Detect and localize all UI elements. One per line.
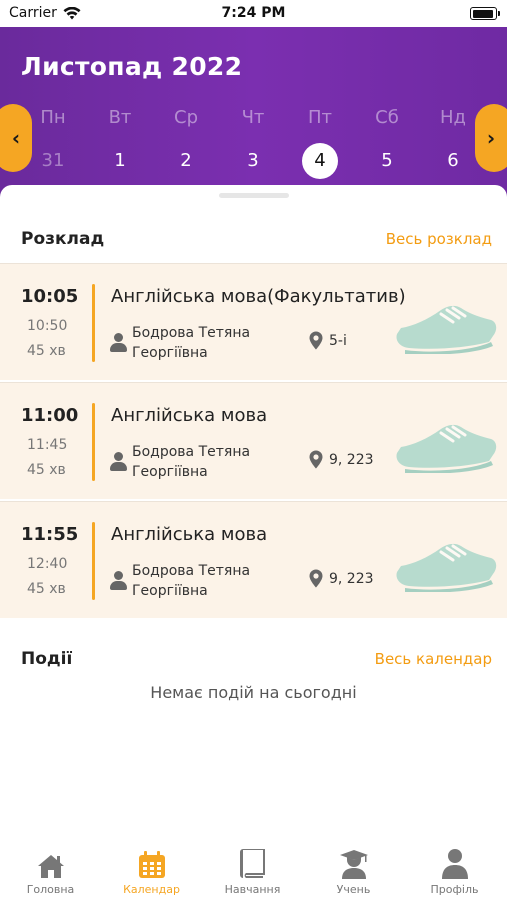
day-number: 5: [381, 150, 393, 171]
lesson-end-time: 12:40: [27, 556, 68, 572]
lesson-accent-bar: [92, 403, 95, 481]
person-icon: [110, 452, 127, 472]
lesson-accent-bar: [92, 522, 95, 600]
person-icon: [110, 571, 127, 591]
content-sheet: Розклад Весь розклад 10:05 10:50 45 хв А…: [0, 185, 507, 845]
room-label: 5-і: [329, 332, 347, 349]
battery-icon: [470, 7, 500, 20]
home-icon: [37, 855, 64, 878]
day-name: Сб: [375, 107, 399, 128]
day-mon[interactable]: Пн 31: [31, 105, 75, 179]
day-number: 31: [41, 150, 65, 171]
profile-icon: [441, 849, 468, 879]
sneaker-icon: [396, 424, 497, 473]
location-pin-icon: [309, 331, 323, 350]
lesson-card[interactable]: 11:00 11:45 45 хв Англійська мова Бодров…: [0, 382, 507, 499]
lesson-start-time: 11:00: [21, 405, 79, 426]
room-label: 9, 223: [329, 451, 374, 468]
lesson-start-time: 11:55: [21, 524, 79, 545]
day-tue[interactable]: Вт 1: [98, 105, 142, 179]
day-fri[interactable]: Пт 4: [298, 105, 342, 179]
schedule-title: Розклад: [21, 229, 105, 249]
room-label: 9, 223: [329, 570, 374, 587]
day-name: Вт: [108, 107, 132, 128]
day-name: Пн: [40, 107, 66, 128]
lesson-teacher: Бодрова Тетяна Георгіївна: [110, 561, 282, 601]
teacher-name-line1: Бодрова Тетяна: [132, 563, 251, 579]
day-name: Ср: [174, 107, 198, 128]
lesson-card[interactable]: 11:55 12:40 45 хв Англійська мова Бодров…: [0, 501, 507, 618]
tab-label: Навчання: [224, 883, 281, 896]
lesson-end-time: 10:50: [27, 318, 68, 334]
no-events-message: Немає подій на сьогодні: [150, 683, 357, 702]
tab-bar: Головна Календар Навчання Учень Профіль: [0, 845, 507, 900]
lesson-room: 9, 223: [309, 569, 374, 588]
lesson-subject: Англійська мова: [111, 524, 268, 545]
tab-label: Календар: [123, 883, 180, 896]
lesson-start-time: 10:05: [21, 286, 79, 307]
sheet-grabber[interactable]: [219, 193, 289, 198]
lesson-teacher: Бодрова Тетяна Георгіївна: [110, 442, 282, 482]
teacher-name-line2: Георгіївна: [132, 583, 208, 599]
month-title: Листопад 2022: [21, 52, 243, 81]
tab-label: Учень: [336, 883, 371, 896]
full-calendar-link[interactable]: Весь календар: [375, 650, 492, 668]
lesson-room: 5-і: [309, 331, 347, 350]
day-number: 1: [114, 150, 126, 171]
week-strip: Пн 31 Вт 1 Ср 2 Чт 3 Пт 4 Сб 5 Нд 6: [0, 105, 507, 179]
day-sat[interactable]: Сб 5: [365, 105, 409, 179]
lesson-room: 9, 223: [309, 450, 374, 469]
day-wed[interactable]: Ср 2: [164, 105, 208, 179]
teacher-name-line2: Георгіївна: [132, 464, 208, 480]
events-title: Події: [21, 649, 73, 669]
lesson-subject: Англійська мова: [111, 405, 268, 426]
student-icon: [339, 850, 368, 879]
lesson-duration: 45 хв: [27, 581, 66, 597]
tab-profile[interactable]: Профіль: [404, 845, 505, 896]
tab-learning[interactable]: Навчання: [202, 845, 303, 896]
person-icon: [110, 333, 127, 353]
lesson-card[interactable]: 10:05 10:50 45 хв Англійська мова(Факуль…: [0, 263, 507, 380]
location-pin-icon: [309, 569, 323, 588]
day-number-selected: 4: [302, 143, 338, 179]
day-number: 3: [247, 150, 259, 171]
day-name: Чт: [241, 107, 265, 128]
status-bar: Carrier 7:24 PM: [0, 0, 507, 27]
teacher-name-line1: Бодрова Тетяна: [132, 444, 251, 460]
tab-calendar[interactable]: Календар: [101, 845, 202, 896]
calendar-header: Листопад 2022 ‹ › Пн 31 Вт 1 Ср 2 Чт 3 П…: [0, 27, 507, 197]
teacher-name-line2: Георгіївна: [132, 345, 208, 361]
sneaker-icon: [396, 543, 497, 592]
tab-label: Головна: [26, 883, 75, 896]
location-pin-icon: [309, 450, 323, 469]
lesson-subject: Англійська мова(Факультатив): [111, 286, 406, 307]
schedule-header: Розклад Весь розклад: [21, 229, 492, 249]
book-icon: [239, 849, 265, 878]
lesson-duration: 45 хв: [27, 462, 66, 478]
day-name: Пт: [307, 107, 333, 128]
day-number: 6: [447, 150, 459, 171]
full-schedule-link[interactable]: Весь розклад: [386, 230, 492, 248]
sneaker-icon: [396, 305, 497, 354]
day-thu[interactable]: Чт 3: [231, 105, 275, 179]
tab-label: Профіль: [430, 883, 479, 896]
day-number: 2: [180, 150, 192, 171]
lesson-duration: 45 хв: [27, 343, 66, 359]
day-sun[interactable]: Нд 6: [431, 105, 475, 179]
teacher-name-line1: Бодрова Тетяна: [132, 325, 251, 341]
calendar-icon: [138, 851, 165, 878]
day-name: Нд: [440, 107, 466, 128]
tab-home[interactable]: Головна: [0, 845, 101, 896]
lesson-accent-bar: [92, 284, 95, 362]
tab-student[interactable]: Учень: [303, 845, 404, 896]
status-time: 7:24 PM: [221, 5, 286, 21]
lesson-teacher: Бодрова Тетяна Георгіївна: [110, 323, 282, 363]
events-header: Події Весь календар: [21, 649, 492, 669]
lesson-end-time: 11:45: [27, 437, 68, 453]
